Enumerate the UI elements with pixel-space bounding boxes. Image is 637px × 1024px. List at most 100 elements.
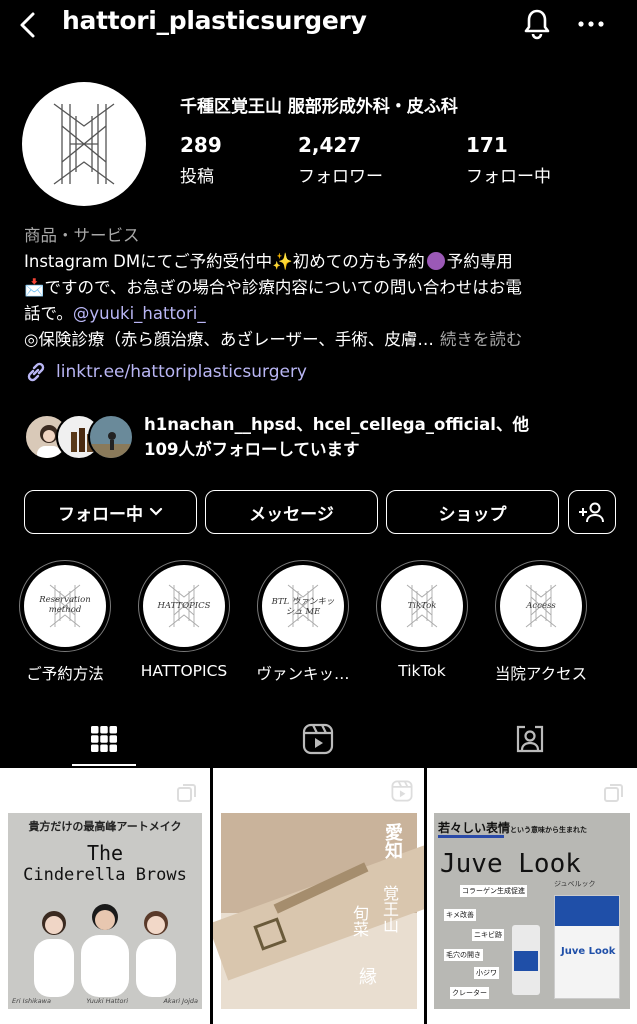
following-button[interactable]: フォロー中 [24, 490, 197, 534]
post-tile[interactable]: 若々しい表情という意味から生まれた Juve Look ジュベルック コラーゲン… [427, 768, 637, 1024]
highlight-tiktok[interactable]: TikTok TikTok [375, 560, 469, 680]
highlight-cover-text: BTL ヴァンキッシュ ME [271, 597, 335, 617]
stat-following-value: 171 [466, 133, 508, 157]
product-box-text: Juve Look [561, 946, 616, 957]
tagged-icon [516, 725, 544, 753]
post-title: Juve Look [440, 849, 581, 879]
sparkles-icon: ✨ [272, 252, 293, 271]
post-tag: コラーゲン生成促進 [460, 885, 527, 897]
active-tab-indicator [72, 764, 136, 766]
stat-followers-label: フォロワー [298, 167, 383, 187]
carousel-icon [604, 784, 623, 802]
envelope-icon: 📩 [24, 278, 45, 297]
post-text: 覚王山 [380, 885, 399, 933]
post-title: The [86, 841, 124, 865]
bio-text: Instagram DMにてご予約受付中 [24, 252, 273, 271]
post-name: Akari Jojda [163, 997, 198, 1005]
chevron-left-icon[interactable] [14, 10, 44, 40]
highlight-label: TikTok [398, 662, 446, 680]
tab-tagged[interactable] [498, 712, 562, 766]
highlight-label: ヴァンキッ… [256, 665, 350, 683]
stat-posts[interactable]: 289 投稿 [180, 133, 222, 187]
post-name: Yuuki Hattori [86, 997, 129, 1005]
post-names: Eri Ishikawa Yuuki Hattori Akari Jojda [12, 997, 198, 1005]
bio-text: ◎保険診療（赤ら顔治療、あざレーザー、手術、皮膚… [24, 330, 434, 349]
bell-icon[interactable] [520, 7, 554, 41]
highlight-vanquish[interactable]: BTL ヴァンキッシュ ME ヴァンキッ… [256, 560, 350, 684]
post-caption-sub: という意味から生まれた [510, 826, 588, 834]
posts-grid: 貴方だけの最高峰アートメイク The Cinderella Brows Eri … [0, 768, 637, 1024]
highlight-ring: Reservation method [19, 560, 111, 652]
stat-followers[interactable]: 2,427 フォロワー [298, 133, 383, 187]
post-caption-main: 若々しい表情 [438, 821, 511, 835]
external-link[interactable]: linktr.ee/hattoriplasticsurgery [24, 360, 307, 384]
tab-reels[interactable] [286, 712, 350, 766]
chevron-down-icon [149, 507, 163, 516]
highlight-cover: Reservation method [24, 565, 106, 647]
grid-icon [91, 726, 117, 752]
bio-text: ですので、お急ぎの場合や診療内容についての問い合わせはお電 [44, 278, 522, 297]
reels-icon [391, 780, 413, 802]
top-bar: hattori_plasticsurgery [0, 0, 637, 52]
shop-button[interactable]: ショップ [386, 490, 559, 534]
followed-by-text: h1nachan__hpsd、hcel_cellega_official、他 10… [144, 412, 529, 462]
highlight-hattopics[interactable]: HATTOPICS HATTOPICS [137, 560, 231, 680]
bio-line-3: 話で。@yuuki_hattori_ [24, 301, 624, 327]
add-user-icon [579, 502, 604, 523]
read-more-link[interactable]: 続きを読む [440, 330, 523, 349]
bio-line-1: Instagram DMにてご予約受付中✨初めての方も予約 予約専用 [24, 249, 624, 275]
post-tag: 小ジワ [474, 967, 499, 979]
highlight-ring: BTL ヴァンキッシュ ME [257, 560, 349, 652]
more-horizontal-icon[interactable] [576, 14, 606, 34]
post-tile[interactable]: 貴方だけの最高峰アートメイク The Cinderella Brows Eri … [0, 768, 210, 1024]
message-label: メッセージ [249, 504, 334, 525]
bio-text: 予約専用 [446, 252, 513, 271]
highlight-cover-text: Reservation method [39, 595, 91, 615]
highlight-access[interactable]: Access 当院アクセス [494, 560, 588, 684]
message-button[interactable]: メッセージ [205, 490, 378, 534]
bio-category: 商品・サービス [24, 226, 140, 245]
highlight-cover: TikTok [381, 565, 463, 647]
stat-following-label: フォロー中 [466, 167, 551, 187]
post-tag: 毛穴の開き [444, 949, 483, 961]
highlight-cover: BTL ヴァンキッシュ ME [262, 565, 344, 647]
profile-avatar[interactable] [22, 82, 146, 206]
profile-tabs [0, 712, 637, 766]
bio-line-2: 📩ですので、お急ぎの場合や診療内容についての問い合わせはお電 [24, 275, 624, 301]
followed-by[interactable]: h1nachan__hpsd、hcel_cellega_official、他 10… [24, 412, 529, 462]
post-image: 若々しい表情という意味から生まれた Juve Look ジュベルック コラーゲン… [434, 813, 630, 1009]
post-tag: ニキビ跡 [472, 929, 504, 941]
shop-label: ショップ [438, 504, 507, 525]
link-icon [27, 362, 45, 382]
highlight-cover-text: TikTok [407, 601, 437, 611]
woman-icon [426, 252, 445, 270]
followed-by-line2: 109人がフォローしています [144, 440, 360, 459]
post-name: Eri Ishikawa [12, 997, 51, 1005]
username: hattori_plasticsurgery [62, 6, 367, 35]
post-subtitle: ジュベルック [554, 880, 596, 888]
post-caption: 若々しい表情という意味から生まれた [438, 819, 587, 836]
highlight-cover-text: HATTOPICS [157, 601, 211, 611]
following-label: フォロー中 [58, 504, 143, 525]
stat-following[interactable]: 171 フォロー中 [466, 133, 551, 187]
highlight-label: ご予約方法 [26, 665, 104, 683]
profile-bio: 商品・サービス Instagram DMにてご予約受付中✨初めての方も予約 予約専… [24, 223, 624, 353]
highlight-label: 当院アクセス [494, 665, 588, 683]
mention-link[interactable]: @yuuki_hattori_ [73, 304, 206, 323]
highlight-ring: TikTok [376, 560, 468, 652]
clinic-logo-icon [53, 103, 115, 185]
post-text: 縁 [359, 967, 377, 988]
product-vial [512, 925, 540, 995]
reels-icon [302, 723, 334, 755]
post-tile[interactable]: 愛知 覚王山 旬菜 縁 [213, 768, 424, 1024]
tab-posts[interactable] [72, 712, 136, 766]
stat-posts-value: 289 [180, 133, 222, 157]
followed-by-line1: h1nachan__hpsd、hcel_cellega_official、他 [144, 415, 529, 434]
post-image: 愛知 覚王山 旬菜 縁 [213, 813, 424, 1009]
highlight-reservation[interactable]: Reservation method ご予約方法 [18, 560, 112, 684]
post-title: Cinderella Brows [23, 865, 187, 885]
highlight-cover-text: Access [526, 601, 556, 611]
add-user-button[interactable] [568, 490, 616, 534]
post-image: 貴方だけの最高峰アートメイク The Cinderella Brows Eri … [8, 813, 202, 1009]
post-text: 愛知 [382, 823, 403, 859]
